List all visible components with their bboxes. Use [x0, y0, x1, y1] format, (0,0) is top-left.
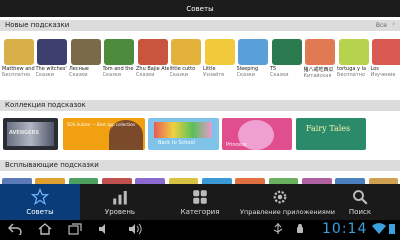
- page-title: Советы: [186, 4, 214, 13]
- app-thumbnail-icon: [104, 39, 134, 65]
- collection-label: SOS Autism — Best app collection: [67, 122, 136, 127]
- app-thumbnail-icon: [70, 39, 101, 65]
- system-bar: 10:14: [0, 220, 400, 240]
- app-price: Сказки: [270, 72, 289, 78]
- app-tile[interactable]: T5 Сказки: [270, 39, 303, 87]
- app-price: Бесплатно: [337, 72, 366, 78]
- nav-tips[interactable]: Советы: [0, 184, 80, 220]
- nav-label: Поиск: [348, 208, 372, 216]
- app-thumbnail-icon: [137, 39, 168, 65]
- nav-search[interactable]: Поиск: [320, 184, 400, 220]
- app-price: Сказки: [69, 72, 88, 78]
- home-icon[interactable]: [38, 223, 52, 238]
- app-thumbnail-icon: [37, 39, 67, 65]
- bottom-navigation: Советы Уровень Категория Управление прил…: [0, 184, 400, 220]
- app-tile[interactable]: Лесные Сказки: [69, 39, 102, 87]
- app-tile[interactable]: Los Изучение: [371, 39, 400, 87]
- nav-app-management[interactable]: Управление приложениями: [240, 184, 335, 220]
- app-thumbnail-icon: [171, 39, 201, 65]
- app-tile[interactable]: Tom and the Сказки: [103, 39, 136, 87]
- app-price: Китайская: [303, 73, 332, 79]
- app-price: Сказки: [236, 72, 256, 78]
- search-icon: [350, 187, 370, 207]
- bar-chart-icon: [110, 187, 130, 207]
- app-price: Бесплатно: [2, 72, 31, 78]
- app-tile[interactable]: Matthew and Бесплатно: [2, 39, 35, 87]
- battery-icon: [388, 223, 396, 238]
- app-price: Сказки: [35, 72, 55, 78]
- volume-down-icon[interactable]: [98, 223, 112, 238]
- collection-sos-autism[interactable]: SOS Autism — Best app collection: [63, 118, 145, 150]
- app-tile[interactable]: The witches' Сказки: [36, 39, 69, 87]
- app-tile[interactable]: little cutto Сказки: [170, 39, 203, 87]
- app-tile[interactable]: Zhu Bajie Ate Сказки: [136, 39, 169, 87]
- new-tips-header: Новые подсказки Все ›: [0, 20, 400, 31]
- nav-category[interactable]: Категория: [160, 184, 240, 220]
- app-price: Узнайте: [203, 72, 225, 78]
- app-tile[interactable]: 猪八戒吃西瓜 Китайская: [304, 39, 337, 87]
- popup-tips-title: Всплывающие подсказки: [5, 161, 99, 169]
- app-thumbnail-icon: [3, 39, 34, 65]
- title-bar: Советы: [0, 0, 400, 17]
- collection-fairy-tales[interactable]: Fairy Tales: [296, 118, 366, 150]
- app-price: Сказки: [169, 72, 189, 78]
- collection-princess[interactable]: Princess: [222, 118, 292, 150]
- app-tile[interactable]: Sleeping Сказки: [237, 39, 270, 87]
- see-all-link[interactable]: Все: [376, 22, 387, 29]
- app-name: 猪八戒吃西瓜: [303, 67, 334, 73]
- volume-up-icon[interactable]: [128, 223, 142, 238]
- chevron-right-icon[interactable]: ›: [392, 20, 395, 28]
- wifi-icon: [372, 223, 386, 238]
- app-thumbnail-icon: [204, 39, 235, 65]
- app-thumbnail-icon: [305, 39, 335, 65]
- nav-label: Уровень: [104, 208, 136, 216]
- grid-icon: [190, 187, 210, 207]
- app-price: Изучение: [370, 72, 396, 78]
- app-tile[interactable]: tortuga y la Бесплатно: [337, 39, 370, 87]
- recent-apps-icon[interactable]: [68, 223, 82, 238]
- new-tips-list: Matthew and Бесплатно The witches' Сказки Ле…: [0, 39, 400, 87]
- collection-avengers[interactable]: AVENGERS: [3, 118, 58, 150]
- nav-label: Управление приложениями: [240, 208, 335, 216]
- android-debug-icon: [294, 223, 306, 238]
- back-icon[interactable]: [8, 223, 22, 238]
- collection-label: AVENGERS: [9, 130, 39, 136]
- app-tile[interactable]: Little Узнайте: [203, 39, 236, 87]
- collection-back-to-school[interactable]: Back to School: [148, 118, 219, 150]
- app-thumbnail-icon: [271, 39, 302, 65]
- clock: 10:14: [322, 221, 368, 237]
- collections-title: Коллекция подсказок: [5, 101, 86, 109]
- star-icon: [30, 187, 50, 207]
- main-content[interactable]: Новые подсказки Все › Matthew and Бесплат…: [0, 17, 400, 184]
- nav-label: Советы: [26, 208, 54, 216]
- gear-icon: [270, 187, 290, 207]
- collections-header: Коллекция подсказок: [0, 100, 400, 111]
- app-price: Сказки: [136, 72, 155, 78]
- app-thumbnail-icon: [372, 39, 400, 65]
- app-window: Советы Новые подсказки Все › Matthew and…: [0, 0, 400, 240]
- popup-tips-header: Всплывающие подсказки: [0, 160, 400, 171]
- nav-level[interactable]: Уровень: [80, 184, 160, 220]
- new-tips-title: Новые подсказки: [5, 21, 70, 29]
- collections-list: AVENGERS SOS Autism — Best app collectio…: [0, 118, 400, 150]
- collection-label: Princess: [226, 142, 247, 148]
- collection-label: Fairy Tales: [306, 124, 351, 133]
- app-thumbnail-icon: [338, 39, 369, 65]
- nav-label: Категория: [180, 208, 220, 216]
- app-price: Сказки: [102, 72, 122, 78]
- usb-icon: [272, 223, 284, 238]
- collection-label: Back to School: [158, 140, 195, 146]
- app-thumbnail-icon: [238, 39, 268, 65]
